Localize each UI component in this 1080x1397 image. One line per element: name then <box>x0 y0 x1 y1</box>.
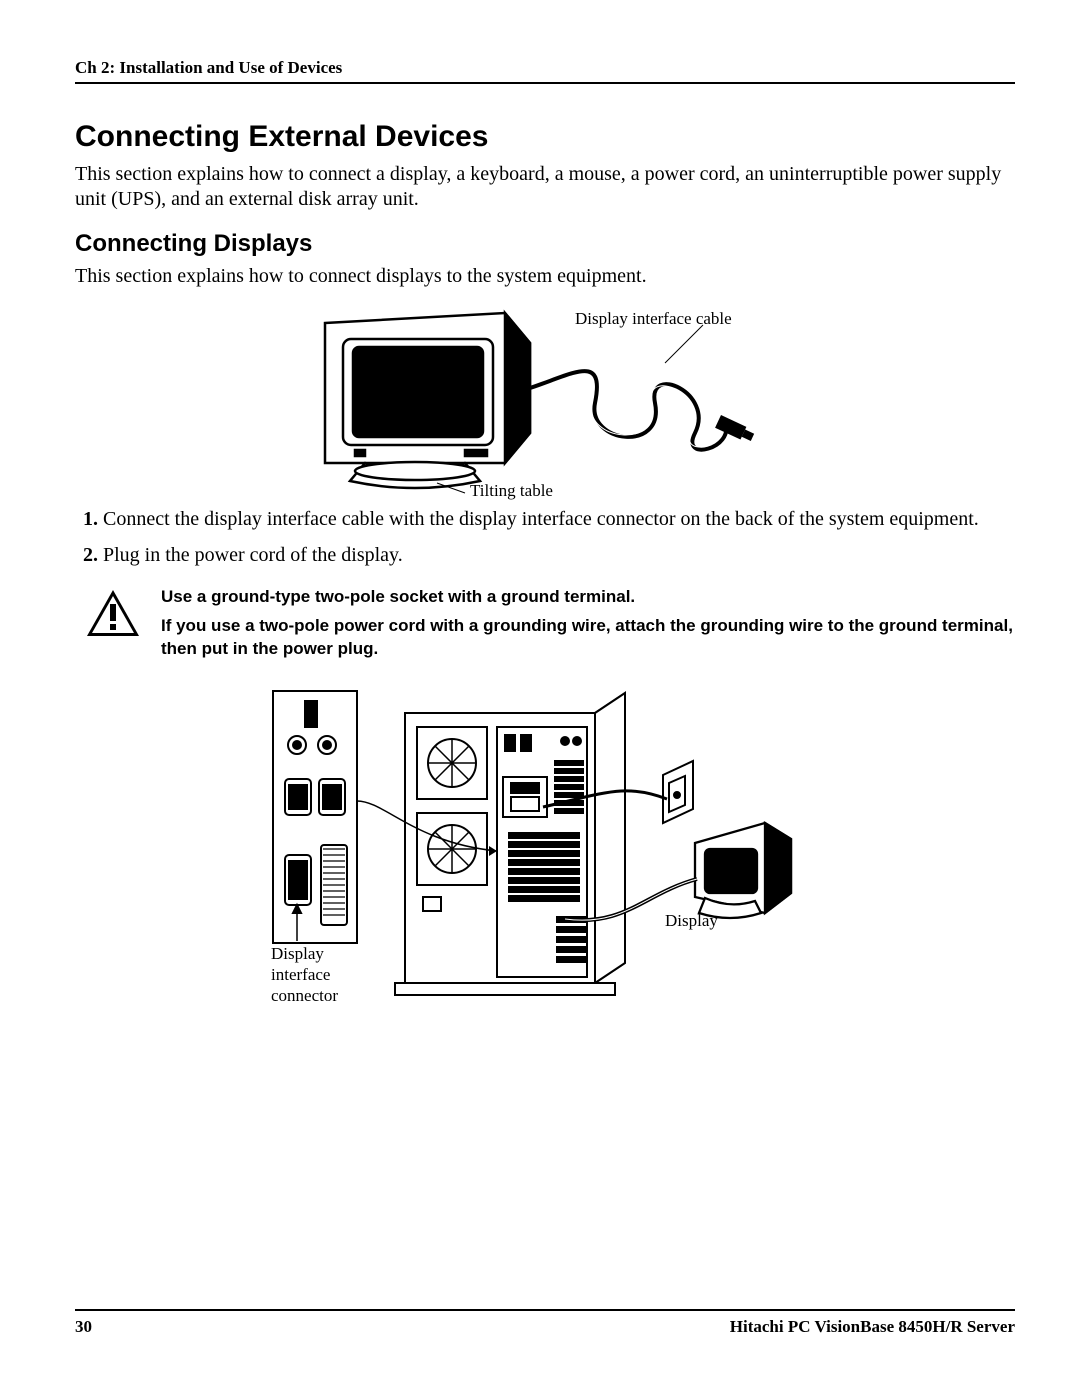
chapter-label: Ch 2: Installation and Use of Devices <box>75 58 342 77</box>
page-number: 30 <box>75 1317 92 1337</box>
step-item: Connect the display interface cable with… <box>103 506 1015 532</box>
figure1-label-cable: Display interface cable <box>575 309 732 329</box>
warning-block: Use a ground-type two-pole socket with a… <box>85 586 1015 667</box>
product-name: Hitachi PC VisionBase 8450H/R Server <box>730 1317 1015 1337</box>
warning-line-2: If you use a two-pole power cord with a … <box>161 615 1015 661</box>
figure1-label-tilting-table: Tilting table <box>470 481 553 501</box>
subsection-title: Connecting Displays <box>75 230 1015 258</box>
caution-icon <box>85 588 141 643</box>
figure-server-rear: Display Display interface connector <box>265 683 825 1003</box>
intro-paragraph-2: This section explains how to connect dis… <box>75 264 1015 289</box>
figure-display-cable: Display interface cable Tilting table <box>295 303 795 498</box>
figure2-label-connector-line2: interface <box>271 965 330 984</box>
warning-line-1: Use a ground-type two-pole socket with a… <box>161 586 1015 609</box>
figure2-label-display: Display <box>665 911 718 931</box>
warning-text: Use a ground-type two-pole socket with a… <box>161 586 1015 667</box>
figure2-label-connector-line3: connector <box>271 986 338 1005</box>
chapter-header: Ch 2: Installation and Use of Devices <box>75 58 1015 84</box>
page-footer: 30 Hitachi PC VisionBase 8450H/R Server <box>75 1309 1015 1337</box>
step-item: Plug in the power cord of the display. <box>103 542 1015 568</box>
intro-paragraph-1: This section explains how to connect a d… <box>75 162 1015 212</box>
section-title: Connecting External Devices <box>75 120 1015 154</box>
figure2-label-connector-line1: Display <box>271 944 324 963</box>
step-list: Connect the display interface cable with… <box>75 506 1015 568</box>
